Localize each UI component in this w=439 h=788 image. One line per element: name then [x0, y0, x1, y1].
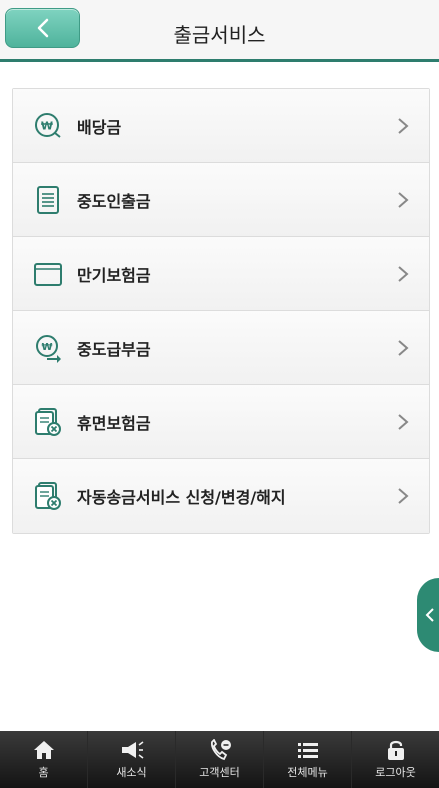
document-cancel-icon [33, 481, 63, 511]
tab-label: 새소식 [116, 766, 147, 779]
chevron-right-icon [398, 191, 409, 208]
svg-text:₩: ₩ [41, 119, 53, 132]
side-drawer-tab[interactable] [417, 578, 439, 652]
menu-list: ₩ 배당금 중도인출금 만기보험금 ₩ 중도급부금 휴면보험금 자동송금서비스 … [12, 88, 430, 534]
folder-icon [33, 259, 63, 289]
tab-home[interactable]: 홈 [0, 731, 88, 788]
svg-text:₩: ₩ [41, 342, 52, 353]
document-cancel-icon [33, 407, 63, 437]
chevron-right-icon [398, 265, 409, 282]
won-arrow-icon: ₩ [33, 333, 63, 363]
megaphone-icon [121, 741, 143, 759]
tab-label: 전체메뉴 [287, 766, 328, 779]
tab-all-menu[interactable]: 전체메뉴 [264, 731, 352, 788]
menu-item-dormant[interactable]: 휴면보험금 [13, 385, 429, 459]
menu-item-label: 배당금 [77, 117, 122, 137]
menu-item-label: 중도인출금 [77, 191, 151, 211]
menu-item-maturity[interactable]: 만기보험금 [13, 237, 429, 311]
tab-logout[interactable]: 로그아웃 [352, 731, 439, 788]
won-circle-icon: ₩ [33, 111, 63, 141]
lock-icon [387, 740, 404, 760]
tab-label: 로그아웃 [375, 766, 416, 779]
menu-item-interim-benefit[interactable]: ₩ 중도급부금 [13, 311, 429, 385]
chevron-right-icon [398, 488, 409, 504]
menu-item-auto-remittance[interactable]: 자동송금서비스 신청/변경/해지 [13, 459, 429, 533]
menu-item-label: 휴면보험금 [77, 413, 151, 433]
tab-label: 고객센터 [199, 766, 240, 779]
chevron-right-icon [398, 339, 409, 356]
chevron-right-icon [398, 117, 409, 134]
menu-item-label: 만기보험금 [77, 265, 151, 285]
home-icon [33, 741, 54, 759]
document-list-icon [33, 185, 63, 215]
menu-item-label: 자동송금서비스 신청/변경/해지 [77, 488, 286, 507]
header: 출금서비스 [0, 0, 439, 62]
tab-customer-center[interactable]: 고객센터 [176, 731, 264, 788]
menu-list-icon [297, 743, 318, 758]
menu-item-interim-withdrawal[interactable]: 중도인출금 [13, 163, 429, 237]
chevron-left-icon [425, 608, 434, 622]
menu-item-dividend[interactable]: ₩ 배당금 [13, 89, 429, 163]
page-title: 출금서비스 [173, 23, 266, 47]
tab-label: 홈 [38, 766, 49, 779]
tab-news[interactable]: 새소식 [88, 731, 176, 788]
chevron-right-icon [398, 413, 409, 430]
phone-icon [210, 739, 231, 761]
bottom-tab-bar: 홈 새소식 고객센터 전체메뉴 로그아웃 [0, 731, 439, 788]
menu-item-label: 중도급부금 [77, 339, 151, 359]
